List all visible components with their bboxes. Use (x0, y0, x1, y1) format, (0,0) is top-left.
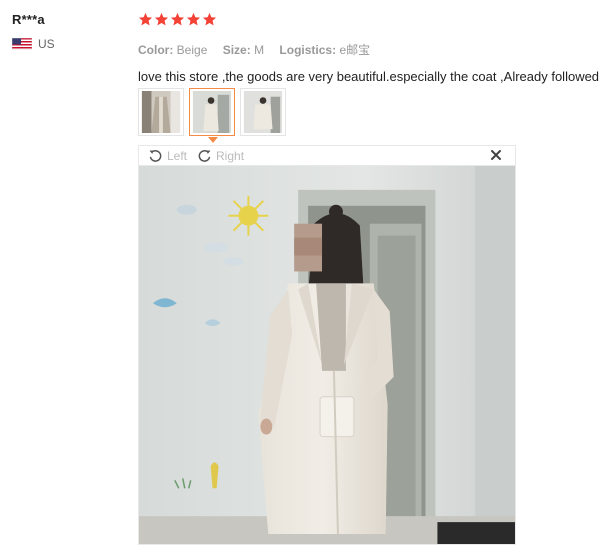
us-flag-icon (12, 38, 32, 50)
order-attributes: Color: Beige Size: M Logistics: e邮宝 (138, 41, 616, 58)
rotate-right-icon (198, 150, 211, 162)
review-text: love this store ,the goods are very beau… (138, 69, 600, 84)
star-rating (138, 12, 616, 30)
star-icon (202, 12, 217, 26)
reviewer-info: R***a US (12, 12, 55, 51)
review-thumbnail-3[interactable] (240, 88, 286, 136)
attr-size-value: M (254, 43, 265, 57)
star-icon (170, 12, 185, 26)
star-icon (186, 12, 201, 26)
reviewer-country: US (12, 37, 55, 51)
attr-color: Color: Beige (138, 43, 211, 57)
review-photo-large (138, 165, 516, 545)
close-viewer-button[interactable] (489, 148, 503, 162)
attr-size: Size: M (223, 43, 268, 57)
attr-logistics-key: Logistics: (279, 43, 337, 57)
review-photo-image (139, 166, 515, 544)
attr-color-key: Color: (138, 43, 174, 57)
image-viewer-toolbar: Left Right (138, 145, 516, 165)
close-icon (491, 150, 501, 160)
thumbnail-image-3 (243, 91, 283, 133)
rotate-left-icon (149, 150, 162, 162)
review-thumbnail-2[interactable] (189, 88, 235, 136)
review-content: Color: Beige Size: M Logistics: e邮宝 love… (138, 12, 616, 84)
thumbnail-image-1 (141, 91, 181, 133)
review-thumbnails (138, 88, 286, 136)
star-icon (138, 12, 153, 26)
attr-logistics-value: e邮宝 (339, 43, 371, 57)
rotate-right-button[interactable]: Right (197, 148, 244, 163)
review-thumbnail-1[interactable] (138, 88, 184, 136)
thumbnail-image-2 (192, 91, 232, 133)
rotate-right-label: Right (216, 148, 245, 163)
star-icon (154, 12, 169, 26)
attr-logistics: Logistics: e邮宝 (279, 43, 370, 57)
reviewer-name: R***a (12, 12, 45, 27)
active-thumbnail-caret (208, 137, 218, 143)
rotate-left-button[interactable]: Left (148, 148, 187, 163)
country-code: US (38, 37, 55, 51)
attr-color-value: Beige (176, 43, 208, 57)
rotate-left-label: Left (167, 148, 188, 163)
attr-size-key: Size: (222, 43, 251, 57)
